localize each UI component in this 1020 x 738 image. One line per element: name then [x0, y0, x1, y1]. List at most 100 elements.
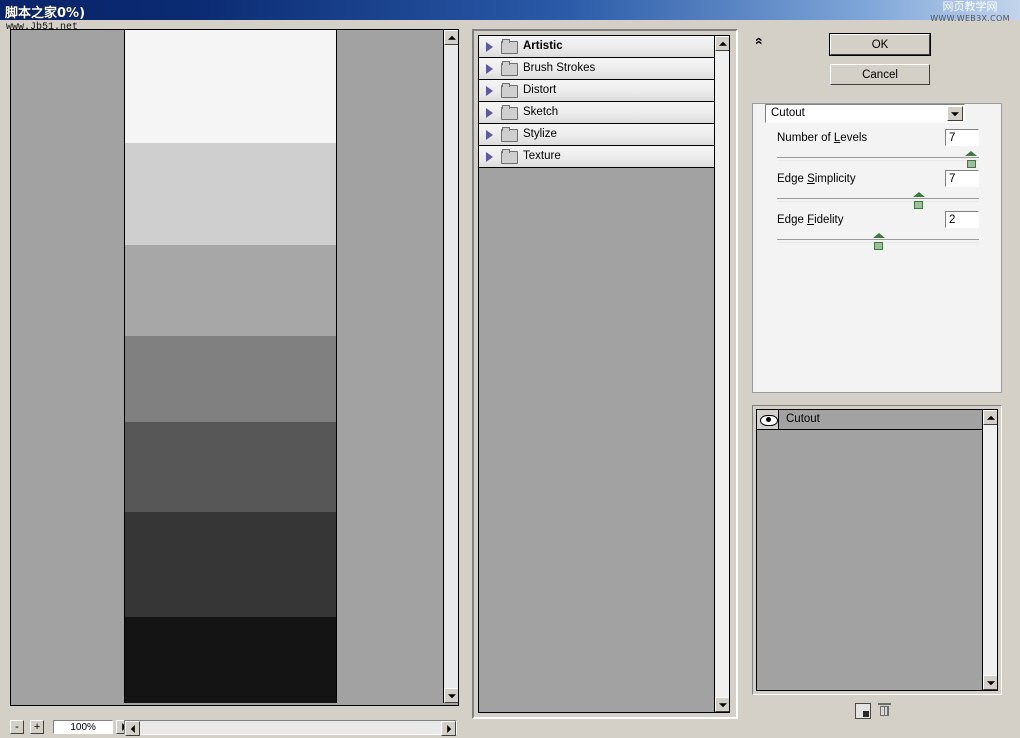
watermark-line-2: WWW.WEB3X.COM [924, 13, 1016, 24]
image-band [125, 30, 336, 143]
ok-button[interactable]: OK [830, 34, 930, 55]
image-band [125, 422, 336, 512]
filter-category-label: Sketch [523, 102, 558, 123]
cancel-button[interactable]: Cancel [830, 64, 930, 85]
triangle-up-icon [719, 41, 727, 45]
preview-image[interactable] [124, 30, 337, 703]
folder-icon [501, 151, 518, 164]
filter-category-panel: ArtisticBrush StrokesDistortSketchStyliz… [472, 29, 738, 719]
filter-category-rows: ArtisticBrush StrokesDistortSketchStyliz… [479, 36, 729, 168]
filter-category-row[interactable]: Artistic [479, 36, 729, 58]
slider-thumb-point [913, 192, 925, 197]
expand-triangle-icon[interactable] [486, 152, 493, 162]
filter-category-row[interactable]: Sketch [479, 102, 729, 124]
trash-icon[interactable] [878, 703, 892, 717]
folder-icon [501, 41, 518, 54]
eye-icon [760, 415, 778, 426]
triangle-up-icon [448, 35, 456, 39]
slider-thumb-point [873, 233, 885, 238]
window-title-bar: 脚本之家0%) [0, 0, 1020, 20]
slider-label: Edge Fidelity [777, 214, 844, 226]
folder-icon [501, 107, 518, 120]
layer-visibility-toggle[interactable] [757, 410, 779, 429]
filter-category-label: Brush Strokes [523, 58, 595, 79]
filter-category-row[interactable]: Stylize [479, 124, 729, 146]
expand-triangle-icon[interactable] [486, 108, 493, 118]
image-band [125, 617, 336, 703]
dropdown-arrow-button[interactable] [947, 106, 963, 121]
layers-scroll-down-button[interactable] [983, 675, 998, 690]
double-chevron-up-icon: « [752, 37, 768, 45]
slider-thumb[interactable] [872, 233, 885, 247]
slider-thumb-body [874, 242, 883, 250]
layers-vertical-scrollbar[interactable] [982, 410, 997, 690]
effect-layer-row[interactable]: Cutout [757, 410, 997, 430]
preview-frame [10, 29, 459, 706]
zoom-in-label: + [31, 721, 43, 733]
slider-value-field[interactable]: 7 [945, 170, 979, 187]
filter-list-scroll-down-button[interactable] [715, 697, 730, 712]
folder-icon [501, 63, 518, 76]
filter-category-row[interactable]: Brush Strokes [479, 58, 729, 80]
ok-button-label: OK [872, 39, 889, 51]
filter-settings-panel: Number of Levels 7 Edge Simplicity 7 Edge Fi… [752, 103, 1002, 393]
filter-category-label: Stylize [523, 124, 557, 145]
image-band [125, 512, 336, 617]
cancel-button-label: Cancel [862, 69, 898, 81]
filter-list-scroll-up-button[interactable] [715, 36, 730, 51]
preview-area: - + 100% [0, 20, 463, 734]
filter-category-row[interactable]: Distort [479, 80, 729, 102]
expand-triangle-icon[interactable] [486, 64, 493, 74]
slider-track[interactable] [777, 198, 979, 202]
expand-triangle-icon[interactable] [486, 42, 493, 52]
filter-category-label: Texture [523, 146, 561, 167]
layer-tool-buttons [855, 703, 915, 719]
expand-triangle-icon[interactable] [486, 86, 493, 96]
filter-list-vertical-scrollbar[interactable] [714, 36, 729, 712]
slider-label: Edge Simplicity [777, 173, 856, 185]
url-stamp: www.Jb51.net [6, 22, 78, 33]
slider-thumb[interactable] [912, 192, 925, 206]
filter-name-dropdown[interactable]: Cutout [765, 104, 965, 123]
filter-category-list[interactable]: ArtisticBrush StrokesDistortSketchStyliz… [478, 35, 730, 713]
trash-can [880, 706, 889, 716]
expand-triangle-icon[interactable] [486, 130, 493, 140]
layers-scroll-up-button[interactable] [983, 410, 998, 425]
filter-category-row[interactable]: Texture [479, 146, 729, 168]
folder-icon [501, 85, 518, 98]
image-band [125, 336, 336, 422]
zoom-level-field[interactable]: 100% [53, 720, 113, 734]
effect-layer-label: Cutout [786, 410, 820, 429]
site-watermark: 网页教学网 WWW.WEB3X.COM [924, 1, 1016, 24]
slider-thumb-point [965, 151, 977, 156]
preview-bottom-bar: - + 100% [10, 720, 457, 738]
triangle-down-icon [719, 703, 727, 707]
chevron-down-icon [951, 112, 959, 116]
effect-layers-list[interactable]: Cutout [756, 409, 998, 691]
preview-scroll-up-button[interactable] [444, 30, 459, 45]
slider-value-field[interactable]: 2 [945, 211, 979, 228]
triangle-down-icon [448, 694, 456, 698]
zoom-out-button[interactable]: - [10, 720, 24, 734]
filter-name-value: Cutout [771, 107, 805, 119]
slider-value-field[interactable]: 7 [945, 129, 979, 146]
zoom-out-label: - [11, 721, 23, 733]
slider-thumb-body [967, 160, 976, 168]
slider-label: Number of Levels [777, 132, 867, 144]
collapse-panel-button[interactable]: « [752, 33, 768, 49]
preview-vertical-scrollbar[interactable] [443, 30, 458, 703]
triangle-left-icon [130, 725, 134, 733]
preview-canvas[interactable] [11, 30, 443, 703]
preview-scroll-down-button[interactable] [444, 688, 459, 703]
slider-track[interactable] [777, 157, 979, 161]
watermark-line-1: 网页教学网 [943, 0, 998, 13]
effect-layers-panel: Cutout [752, 405, 1002, 695]
triangle-down-icon [987, 681, 995, 685]
slider-thumb[interactable] [965, 151, 978, 165]
trash-lid [878, 703, 891, 705]
preview-horizontal-scrollbar[interactable] [124, 720, 457, 735]
zoom-in-button[interactable]: + [30, 720, 44, 734]
new-effect-layer-icon[interactable] [855, 703, 871, 719]
effect-layer-rows: Cutout [757, 410, 997, 430]
slider-thumb-body [914, 201, 923, 209]
